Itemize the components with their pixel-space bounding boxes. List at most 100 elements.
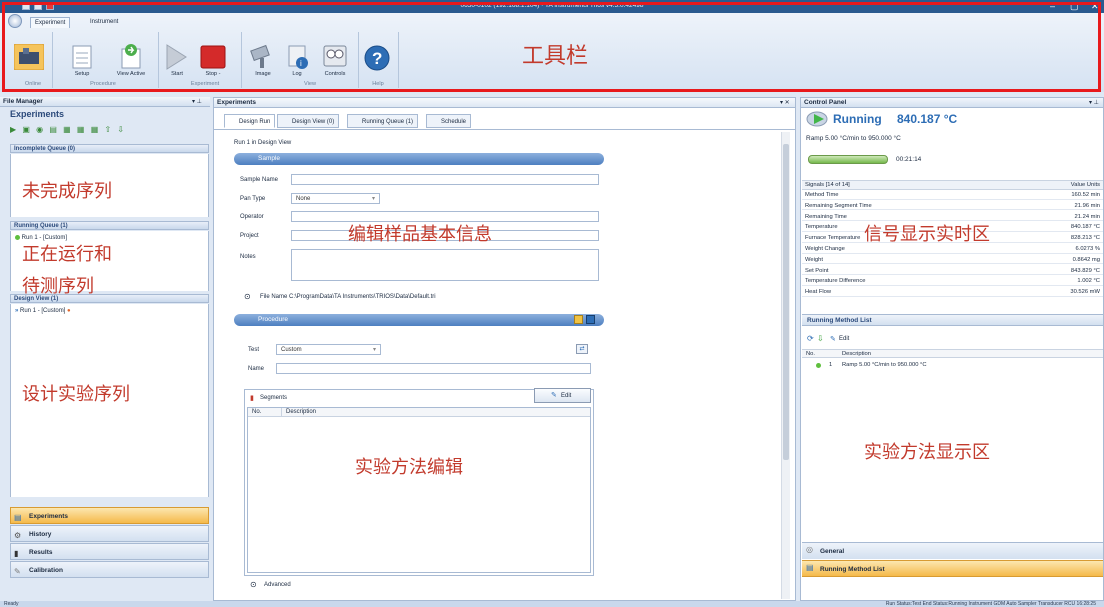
signal-name: Remaining Segment Time bbox=[805, 202, 872, 209]
nav-calibration[interactable]: Calibration bbox=[10, 561, 209, 578]
running-method-list-tab[interactable]: Running Method List bbox=[802, 560, 1103, 577]
pan-type-value: None bbox=[296, 196, 311, 202]
file-manager-title: File Manager bbox=[0, 97, 210, 107]
method-row-no: 1 bbox=[829, 362, 833, 368]
setup-icon[interactable] bbox=[72, 45, 92, 69]
view-active-button[interactable]: View Active bbox=[110, 71, 152, 77]
signal-row: Remaining Segment Time 21.96 min bbox=[802, 202, 1103, 211]
start-icon[interactable] bbox=[164, 43, 188, 71]
close-icon[interactable]: ✕ bbox=[1091, 1, 1099, 12]
experiments-title[interactable]: Experiments bbox=[214, 98, 795, 108]
nav-history[interactable]: History bbox=[10, 525, 209, 542]
view-active-icon[interactable] bbox=[120, 43, 142, 69]
annotation-running-1: 正在运行和 bbox=[22, 244, 112, 265]
method-edit-button[interactable]: Edit bbox=[839, 336, 849, 342]
save-procedure-icon[interactable] bbox=[586, 315, 595, 324]
expand-file-icon[interactable]: ⊙ bbox=[244, 292, 251, 301]
help-icon[interactable]: ? bbox=[364, 45, 390, 71]
tab-experiment[interactable]: Experiment bbox=[30, 17, 71, 28]
pin-icon[interactable]: ▾ ⊥ bbox=[192, 98, 202, 105]
tab-instrument[interactable]: Instrument bbox=[86, 17, 122, 28]
start-button[interactable]: Start bbox=[166, 71, 188, 77]
restore-icon[interactable]: ▢ bbox=[1070, 1, 1079, 12]
segments-table: No. Description bbox=[247, 407, 591, 573]
col-no: No. bbox=[252, 409, 262, 415]
group-view: View bbox=[303, 81, 317, 87]
log-icon[interactable]: i bbox=[287, 44, 309, 70]
signal-row: Weight 0.8642 mg bbox=[802, 256, 1103, 265]
nav-experiments[interactable]: Experiments bbox=[10, 507, 209, 524]
signal-name: Set Point bbox=[805, 267, 829, 274]
experiments-toolbar[interactable]: ▶ ▣ ◉ ▤ ▦ ▦ ▦ ⇧ ⇩ bbox=[10, 125, 209, 137]
running-queue-header[interactable]: Running Queue (1) bbox=[10, 221, 209, 230]
segments-edit-button[interactable]: Edit bbox=[534, 388, 591, 403]
procedure-options-icon[interactable]: ⇄ bbox=[576, 344, 588, 354]
method-down-icon[interactable]: ⇩ bbox=[817, 334, 824, 343]
signal-name: Weight Change bbox=[805, 246, 845, 252]
stop-icon[interactable] bbox=[200, 45, 226, 69]
signal-name: Remaining Time bbox=[805, 213, 847, 220]
nav-history-icon: ⚙ bbox=[14, 531, 22, 540]
advanced-label[interactable]: Advanced bbox=[264, 582, 291, 588]
segment-progress-bar bbox=[808, 155, 888, 164]
signal-name: Temperature Difference bbox=[805, 278, 866, 285]
app-orb-icon[interactable] bbox=[8, 14, 22, 28]
segments-tab[interactable]: Segments bbox=[260, 395, 287, 401]
sample-section-header[interactable]: Sample bbox=[234, 153, 604, 165]
pan-type-select[interactable]: None ▾ bbox=[291, 193, 380, 204]
sample-name-input[interactable] bbox=[291, 174, 599, 185]
tab-design-run[interactable]: Design Run bbox=[224, 114, 276, 128]
procedure-section-header[interactable]: Procedure bbox=[234, 314, 604, 326]
signal-value: 30.526 mW bbox=[1070, 289, 1100, 296]
list-item[interactable]: » Run 1 - [Custom] ● bbox=[15, 308, 71, 314]
signal-name: Furnace Temperature bbox=[805, 235, 861, 242]
annotation-method-display: 实验方法显示区 bbox=[864, 442, 990, 463]
edit-icon: ✎ bbox=[551, 392, 557, 399]
tab-schedule[interactable]: Schedule bbox=[426, 114, 472, 128]
annotation-signals: 信号显示实时区 bbox=[864, 224, 990, 245]
annotation-method-edit: 实验方法编辑 bbox=[355, 457, 463, 478]
camera-icon[interactable] bbox=[250, 44, 276, 70]
status-bar: Ready Run Status:Test End Status:Running… bbox=[0, 601, 1104, 607]
instrument-online-icon[interactable] bbox=[14, 44, 44, 70]
close-panel-icon[interactable]: ▾ ✕ bbox=[780, 99, 790, 106]
log-button[interactable]: Log bbox=[284, 71, 310, 77]
tab-running-queue[interactable]: Running Queue (1) bbox=[347, 114, 419, 128]
minimize-icon[interactable]: – bbox=[1050, 1, 1055, 11]
nav-calibration-icon: ✎ bbox=[14, 567, 21, 576]
open-procedure-icon[interactable] bbox=[574, 315, 583, 324]
method-col-description: Description bbox=[842, 351, 871, 357]
pan-type-label: Pan Type bbox=[240, 196, 266, 202]
signal-row: Weight Change 6.0273 % bbox=[802, 245, 1103, 254]
image-button[interactable]: Image bbox=[250, 71, 276, 77]
expand-advanced-icon[interactable]: ⊙ bbox=[250, 580, 257, 589]
tab-design-view[interactable]: Design View (0) bbox=[277, 114, 340, 128]
scrollbar-thumb[interactable] bbox=[783, 144, 789, 460]
incomplete-queue-header[interactable]: Incomplete Queue (0) bbox=[10, 144, 209, 153]
test-select[interactable]: Custom ▾ bbox=[276, 344, 381, 355]
notes-textarea[interactable] bbox=[291, 249, 599, 281]
center-scrollbar[interactable] bbox=[781, 132, 790, 599]
method-row[interactable]: 1 Ramp 5.00 °C/min to 950.000 °C bbox=[802, 361, 1103, 370]
running-state-icon bbox=[806, 111, 828, 127]
svg-text:i: i bbox=[300, 59, 302, 68]
project-label: Project bbox=[240, 233, 259, 239]
edit-label: Edit bbox=[561, 393, 572, 399]
annotation-toolbar: 工具栏 bbox=[522, 44, 589, 69]
procedure-name-input[interactable] bbox=[276, 363, 591, 374]
general-tab[interactable]: General bbox=[802, 542, 1103, 559]
setup-button[interactable]: Setup bbox=[64, 71, 100, 77]
controls-button[interactable]: Controls bbox=[318, 71, 352, 77]
experiments-heading: Experiments bbox=[10, 109, 65, 119]
method-edit-icon[interactable]: ✎ bbox=[830, 335, 836, 343]
signal-row: Method Time 160.52 min bbox=[802, 191, 1103, 200]
pin-icon[interactable]: ▾ ⊥ bbox=[1089, 99, 1099, 106]
method-row-desc: Ramp 5.00 °C/min to 950.000 °C bbox=[842, 362, 927, 368]
group-help: Help bbox=[372, 81, 384, 87]
method-refresh-icon[interactable]: ⟳ bbox=[807, 334, 814, 343]
stop-button[interactable]: Stop - bbox=[198, 71, 228, 77]
design-item-label: Run 1 - [Custom] bbox=[20, 308, 66, 314]
controls-icon[interactable] bbox=[323, 45, 347, 67]
custom-method-icon: ● bbox=[67, 308, 71, 314]
nav-results[interactable]: Results bbox=[10, 543, 209, 560]
